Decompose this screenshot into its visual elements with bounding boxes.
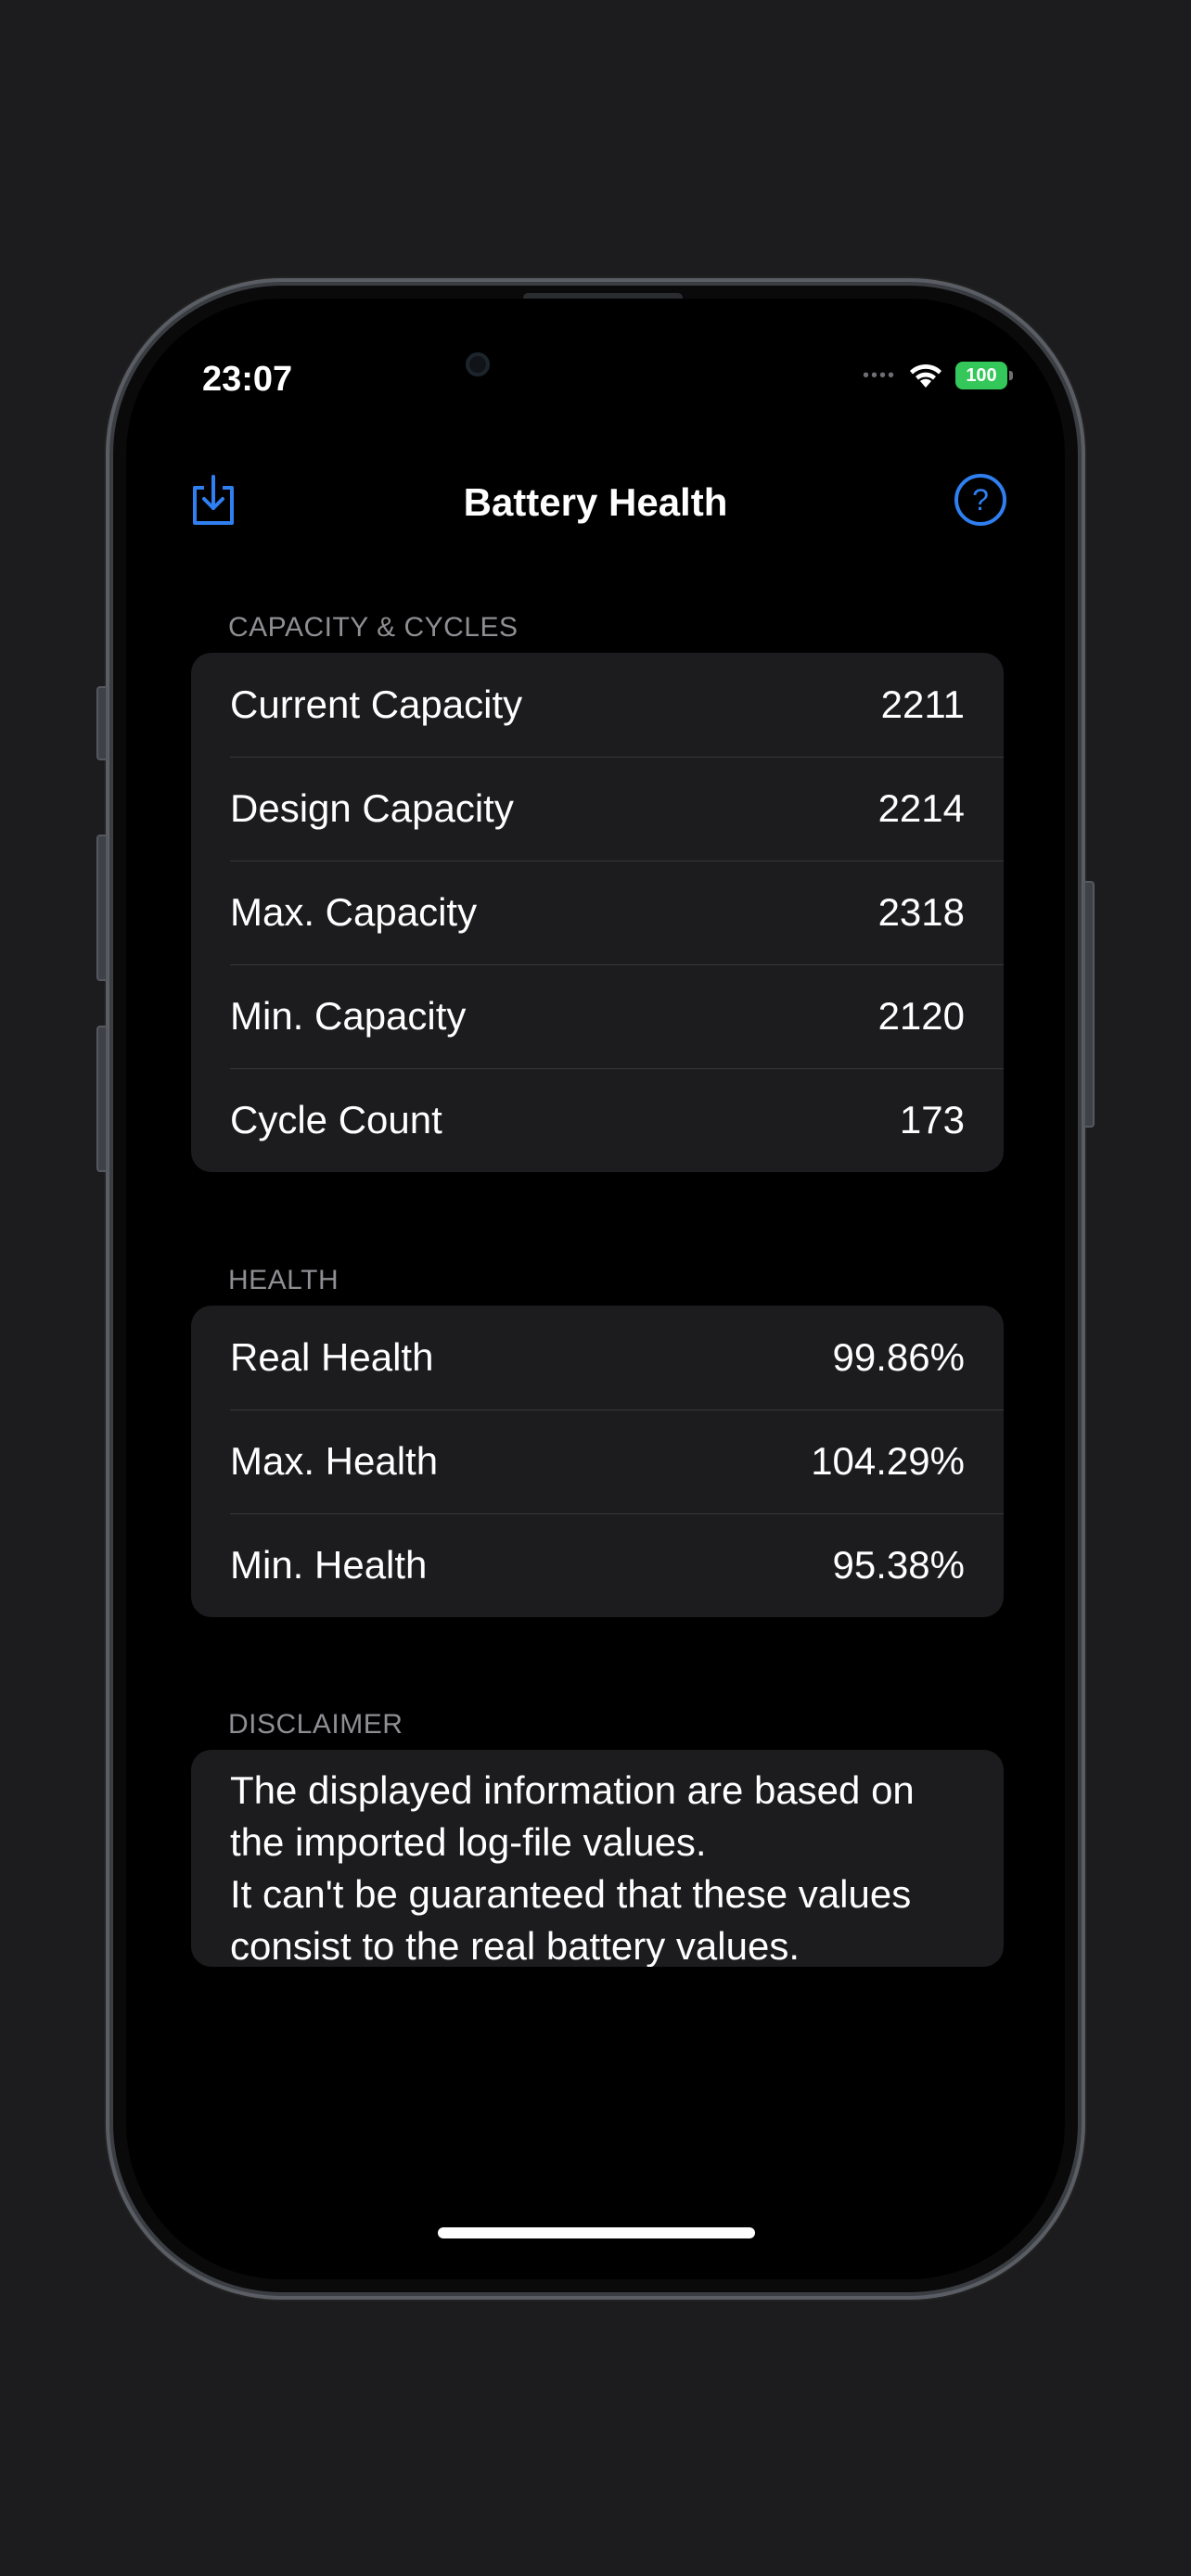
list-item: Real Health 99.86% [191, 1306, 1004, 1409]
disclaimer-line-2: It can't be guaranteed that these values… [230, 1872, 912, 1967]
list-item: Design Capacity 2214 [191, 757, 1004, 861]
row-value: 95.38% [832, 1543, 965, 1587]
row-label: Real Health [230, 1335, 434, 1379]
front-camera [466, 352, 490, 376]
list-item: Max. Health 104.29% [191, 1409, 1004, 1513]
list-item: Current Capacity 2211 [191, 653, 1004, 757]
wifi-icon [910, 363, 941, 388]
row-value: 2318 [877, 890, 965, 934]
row-label: Min. Capacity [230, 994, 467, 1038]
status-time: 23:07 [202, 360, 293, 399]
list-item: Min. Capacity 2120 [191, 964, 1004, 1068]
row-value: 2120 [877, 994, 965, 1038]
row-value: 104.29% [811, 1439, 965, 1483]
signal-dots-icon: •••• [862, 364, 896, 386]
section-header-capacity: CAPACITY & CYCLES [228, 612, 519, 643]
home-indicator[interactable] [438, 2227, 755, 2238]
svg-text:?: ? [972, 483, 989, 516]
list-item: Max. Capacity 2318 [191, 861, 1004, 964]
page-title: Battery Health [463, 480, 728, 524]
list-item: Cycle Count 173 [191, 1068, 1004, 1172]
help-icon: ? [954, 474, 1006, 526]
health-group: Real Health 99.86% Max. Health 104.29% M… [191, 1306, 1004, 1617]
volume-down-button [96, 1026, 108, 1172]
battery-icon: 100 [955, 362, 1013, 389]
capacity-group: Current Capacity 2211 Design Capacity 22… [191, 653, 1004, 1172]
phone-frame: 23:07 •••• 100 Battery Health ? CAPACITY… [96, 278, 1095, 2300]
disclaimer-text: The displayed information are based on t… [191, 1750, 1004, 1967]
row-value: 99.86% [832, 1335, 965, 1379]
row-value: 173 [899, 1098, 965, 1141]
row-label: Cycle Count [230, 1098, 442, 1141]
row-label: Max. Health [230, 1439, 439, 1483]
disclaimer-group: The displayed information are based on t… [191, 1750, 1004, 1967]
battery-percent: 100 [966, 364, 997, 386]
volume-up-button [96, 835, 108, 981]
action-button [96, 686, 108, 760]
help-button[interactable]: ? [954, 473, 1007, 527]
row-label: Current Capacity [230, 682, 523, 726]
row-value: 2211 [880, 682, 965, 726]
status-icons: •••• 100 [862, 362, 1013, 389]
power-button [1083, 881, 1095, 1128]
bezel: 23:07 •••• 100 Battery Health ? CAPACITY… [113, 286, 1078, 2292]
section-header-disclaimer: DISCLAIMER [228, 1709, 403, 1740]
screen: 23:07 •••• 100 Battery Health ? CAPACITY… [126, 299, 1065, 2279]
list-item: Min. Health 95.38% [191, 1513, 1004, 1617]
section-header-health: HEALTH [228, 1265, 339, 1295]
disclaimer-line-1: The displayed information are based on t… [230, 1768, 915, 1864]
row-label: Max. Capacity [230, 890, 478, 934]
row-value: 2214 [877, 786, 965, 830]
row-label: Design Capacity [230, 786, 514, 830]
row-label: Min. Health [230, 1543, 428, 1587]
navigation-bar: Battery Health ? [126, 460, 1065, 543]
